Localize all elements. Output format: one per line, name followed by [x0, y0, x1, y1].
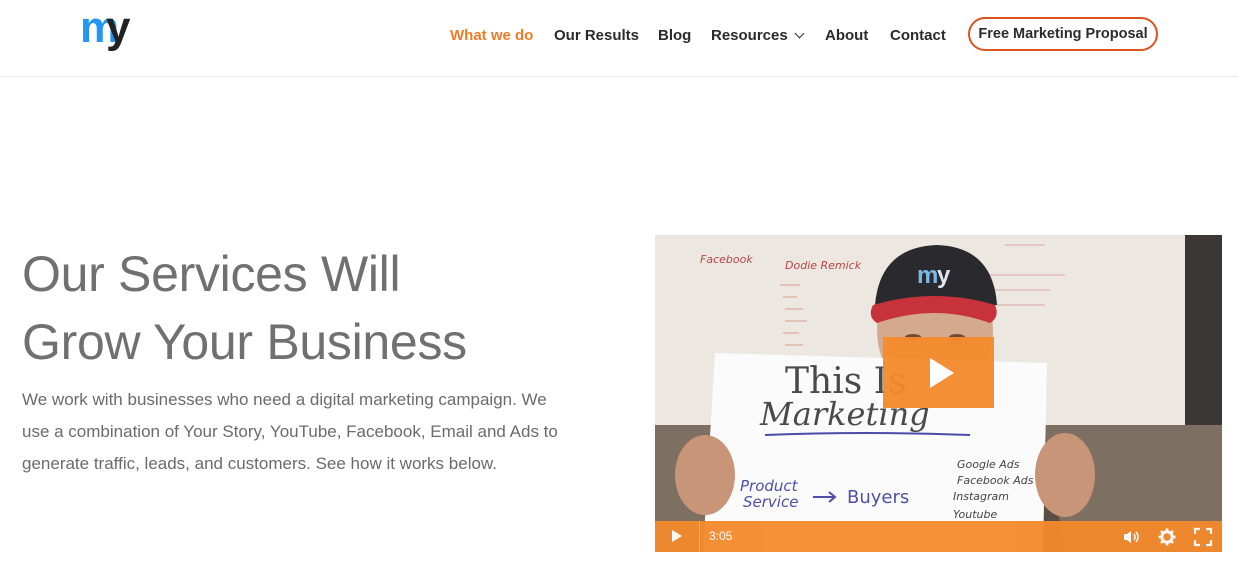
svg-text:y: y	[106, 4, 131, 52]
hero-title: Our Services Will Grow Your Business	[22, 240, 582, 376]
nav-about[interactable]: About	[825, 27, 868, 44]
sign-list-youtube: Youtube	[953, 508, 997, 521]
nav-what-we-do[interactable]: What we do	[450, 27, 533, 44]
chevron-down-icon	[794, 28, 805, 39]
board-text-facebook: Facebook	[700, 253, 753, 266]
sign-service: Service	[743, 493, 798, 511]
hero-description: We work with businesses who need a digit…	[22, 390, 558, 473]
sign-list-facebook: Facebook Ads	[957, 474, 1034, 487]
hero-title-line-2: Grow Your Business	[22, 314, 467, 370]
svg-text:m: m	[917, 262, 938, 289]
hero-title-line-1: Our Services Will	[22, 246, 401, 302]
sign-list-instagram: Instagram	[953, 490, 1009, 503]
play-icon	[672, 530, 682, 542]
video-duration: 3:05	[709, 529, 733, 543]
nav-our-results[interactable]: Our Results	[554, 27, 639, 44]
logo-icon[interactable]: m y	[80, 4, 136, 56]
nav-resources-label: Resources	[711, 27, 788, 44]
board-text-name: Dodie Remick	[785, 259, 862, 272]
video-control-bar: 3:05	[655, 521, 1222, 552]
volume-icon[interactable]	[1121, 527, 1141, 547]
settings-gear-icon[interactable]	[1157, 527, 1177, 547]
control-play-button[interactable]	[655, 521, 699, 552]
svg-text:y: y	[937, 262, 951, 289]
site-header: m y What we do Our Results Blog Resource…	[0, 0, 1238, 77]
video-player[interactable]: Facebook Dodie Remick m y This Is Market…	[655, 235, 1222, 552]
nav-contact[interactable]: Contact	[890, 27, 946, 44]
nav-resources[interactable]: Resources	[711, 27, 805, 44]
sign-buyers: Buyers	[847, 487, 909, 508]
control-divider	[699, 521, 700, 552]
big-play-button[interactable]	[883, 337, 994, 408]
play-icon	[929, 357, 954, 388]
sign-list-google: Google Ads	[957, 458, 1020, 471]
free-proposal-button[interactable]: Free Marketing Proposal	[968, 17, 1158, 51]
fullscreen-icon[interactable]	[1193, 527, 1213, 547]
nav-blog[interactable]: Blog	[658, 27, 691, 44]
